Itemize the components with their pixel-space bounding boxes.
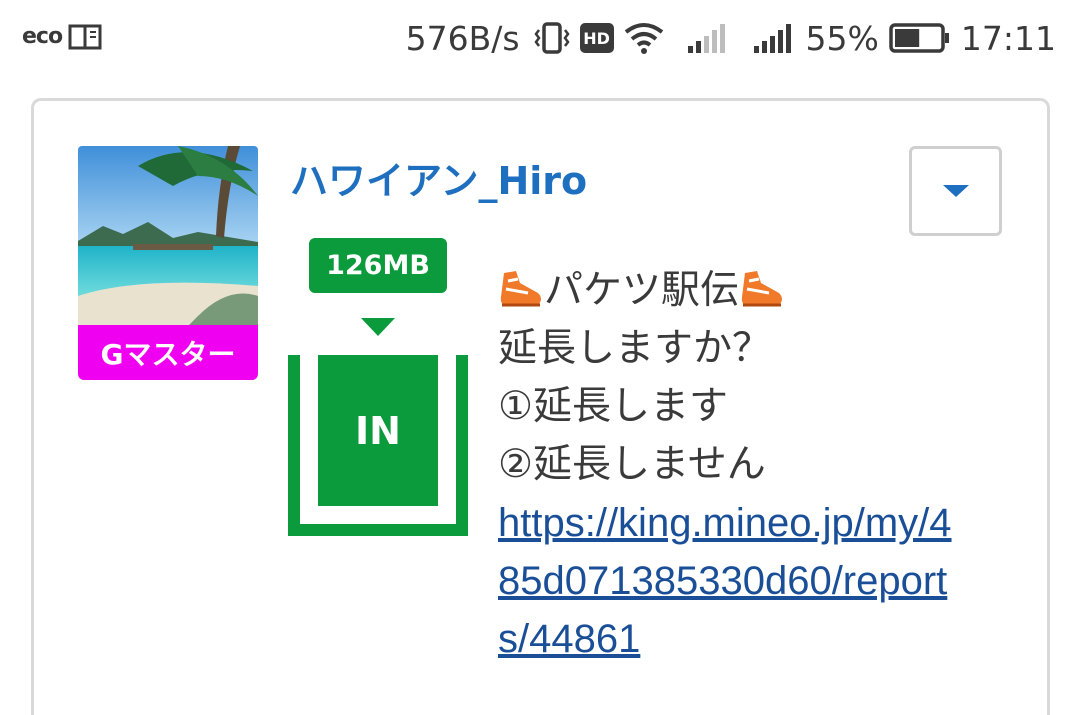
hd-icon: HD: [579, 23, 614, 53]
signal-icon: [753, 24, 791, 53]
vibrate-icon: [533, 22, 570, 54]
running-shoe-icon: [741, 271, 783, 307]
beach-image: [78, 146, 258, 326]
clock: 17:11: [960, 18, 1056, 58]
post-message: パケツ駅伝 延長しますか？ ①延長します ②延長しません https://kin…: [498, 262, 968, 668]
avatar[interactable]: [78, 146, 258, 326]
signal-icon: [687, 24, 725, 53]
battery-icon: [889, 23, 949, 53]
report-link[interactable]: https://king.mineo.jp/my/485d071385330d6…: [498, 494, 958, 668]
message-line: ②延長しません: [498, 442, 766, 487]
menu-dropdown-button[interactable]: [909, 146, 1002, 236]
caret-down-icon: [942, 185, 969, 197]
data-amount-badge: 126MB: [309, 238, 447, 293]
arrow-down-icon: [361, 318, 395, 336]
message-line: ①延長します: [498, 384, 728, 429]
running-shoe-icon: [500, 271, 541, 307]
network-speed: 576B/s: [405, 18, 520, 58]
rank-badge: Gマスター: [78, 325, 258, 380]
username-link[interactable]: ハワイアン_Hiro: [290, 150, 587, 205]
message-line: 延長しますか？: [498, 326, 772, 371]
message-title-line: パケツ駅伝: [498, 262, 968, 320]
status-bar: eco 576B/s HD 55% 17:11: [0, 0, 1080, 78]
tank-in-label: IN: [318, 355, 438, 506]
battery-percent: 55%: [805, 18, 879, 58]
message-title: パケツ駅伝: [544, 268, 740, 313]
notebook-icon: [68, 24, 102, 50]
eco-icon: eco: [22, 24, 63, 49]
wifi-icon: [624, 23, 663, 54]
